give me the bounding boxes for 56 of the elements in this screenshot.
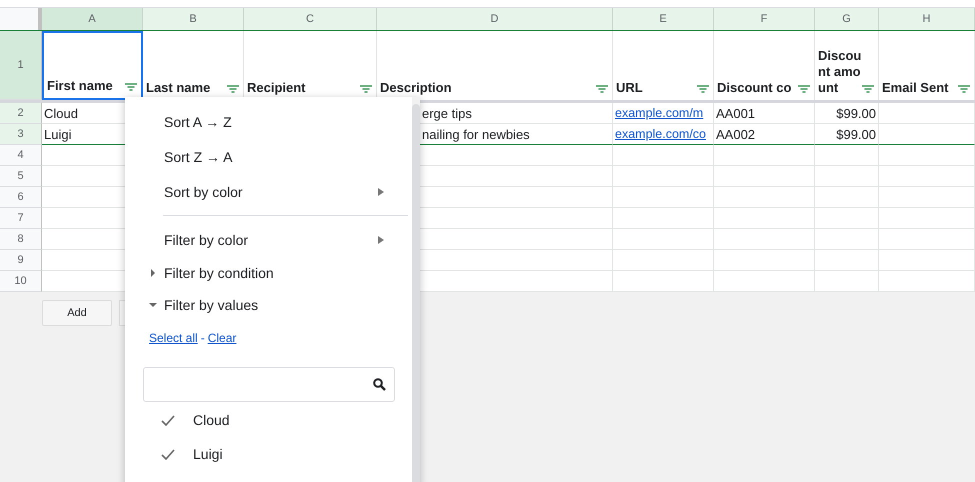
table-cell <box>815 271 879 292</box>
row-header[interactable]: 6 <box>0 187 42 208</box>
row-header[interactable]: 8 <box>0 229 42 250</box>
menu-item[interactable]: Filter by color <box>164 232 248 248</box>
column-header[interactable]: B <box>143 8 244 30</box>
header-cell: Recipient <box>247 80 306 96</box>
caret-icon[interactable] <box>149 301 157 309</box>
filter-icon[interactable] <box>596 85 608 93</box>
check-icon[interactable] <box>161 448 175 460</box>
filter-value[interactable]: Luigi <box>193 446 223 462</box>
clear-link[interactable]: Clear <box>208 331 236 345</box>
filter-value[interactable]: Cloud <box>193 412 230 428</box>
row-header[interactable]: 10 <box>0 271 42 292</box>
row-header[interactable]: 5 <box>0 166 42 187</box>
column-header[interactable]: G <box>815 8 879 30</box>
column-header[interactable]: F <box>714 8 815 30</box>
header-cell: URL <box>616 80 643 96</box>
row-header[interactable]: 9 <box>0 250 42 271</box>
column-header[interactable]: E <box>613 8 714 30</box>
filter-icon[interactable] <box>227 85 239 93</box>
menu-item[interactable]: Filter by condition <box>164 265 274 281</box>
filter-icon[interactable] <box>958 85 970 93</box>
menu-item[interactable]: Sort by color <box>164 184 243 200</box>
column-header[interactable]: D <box>377 8 613 30</box>
search-icon <box>373 378 386 391</box>
header-cell: Last name <box>146 80 210 96</box>
url-link[interactable]: example.com/m <box>615 106 704 120</box>
filter-icon[interactable] <box>798 85 810 93</box>
column-header[interactable]: H <box>879 8 975 30</box>
row-header[interactable]: 4 <box>0 145 42 166</box>
caret-icon[interactable] <box>149 269 157 277</box>
row-header[interactable]: 1 <box>0 31 42 100</box>
header-cell: Discount amount <box>818 48 862 96</box>
header-cell: Email Sent <box>882 80 948 96</box>
header-cell: Discount co <box>717 80 792 96</box>
header-cell: First name <box>47 78 113 94</box>
link-separator: - <box>200 331 205 345</box>
add-button[interactable]: Add <box>42 300 112 326</box>
submenu-arrow-icon <box>378 188 384 196</box>
url-link[interactable]: example.com/co <box>615 127 706 141</box>
menu-item[interactable]: Filter by values <box>164 297 258 313</box>
filter-icon[interactable] <box>697 85 709 93</box>
scrollbar[interactable] <box>412 104 420 482</box>
row-header[interactable]: 3 <box>0 124 42 145</box>
filter-icon[interactable] <box>862 85 874 93</box>
column-header[interactable]: A <box>42 8 143 30</box>
header-cell: Description <box>380 80 452 96</box>
filter-icon[interactable] <box>360 85 372 93</box>
search-field[interactable] <box>143 367 395 402</box>
submenu-arrow-icon <box>378 236 384 244</box>
column-header[interactable]: C <box>244 8 377 30</box>
select-all-link[interactable]: Select all <box>149 331 198 345</box>
filter-icon[interactable] <box>125 83 137 91</box>
check-icon[interactable] <box>161 414 175 426</box>
row-header[interactable]: 7 <box>0 208 42 229</box>
row-header[interactable]: 2 <box>0 103 42 124</box>
